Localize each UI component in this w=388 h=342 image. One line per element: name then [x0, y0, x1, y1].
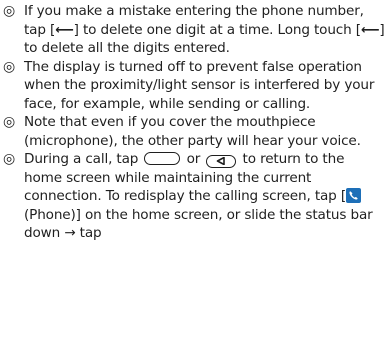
- note-text: or: [182, 151, 205, 167]
- note-text: The display is turned off to prevent fal…: [24, 58, 375, 112]
- note-return-home: ◎ During a call, tap or to return to the…: [3, 150, 386, 243]
- note-bullet: ◎: [3, 114, 16, 130]
- note-bullet: ◎: [3, 58, 16, 75]
- note-delete-digits: ◎ If you make a mistake entering the pho…: [3, 2, 386, 58]
- note-text: ] to delete one digit at a time. Long to…: [73, 21, 361, 38]
- note-mouthpiece: ◎ Note that even if you cover the mouthp…: [3, 113, 386, 150]
- home-key-icon: [144, 152, 181, 165]
- back-key-icon: [206, 154, 237, 168]
- note-text: Note that even if you cover the mouthpie…: [24, 114, 361, 149]
- note-text: (Phone): [24, 206, 76, 223]
- note-bullet: ◎: [3, 3, 16, 19]
- note-proximity-sensor: ◎ The display is turned off to prevent f…: [3, 58, 386, 114]
- phone-app-icon: [346, 188, 361, 203]
- delete-arrow-icon: ⟵: [360, 22, 380, 38]
- note-bullet: ◎: [3, 151, 16, 167]
- note-text: ] on the home screen, or slide the statu…: [24, 206, 373, 242]
- note-text: During a call, tap: [24, 151, 143, 167]
- notes-list: ◎ If you make a mistake entering the pho…: [3, 2, 386, 243]
- delete-arrow-icon: ⟵: [55, 22, 74, 38]
